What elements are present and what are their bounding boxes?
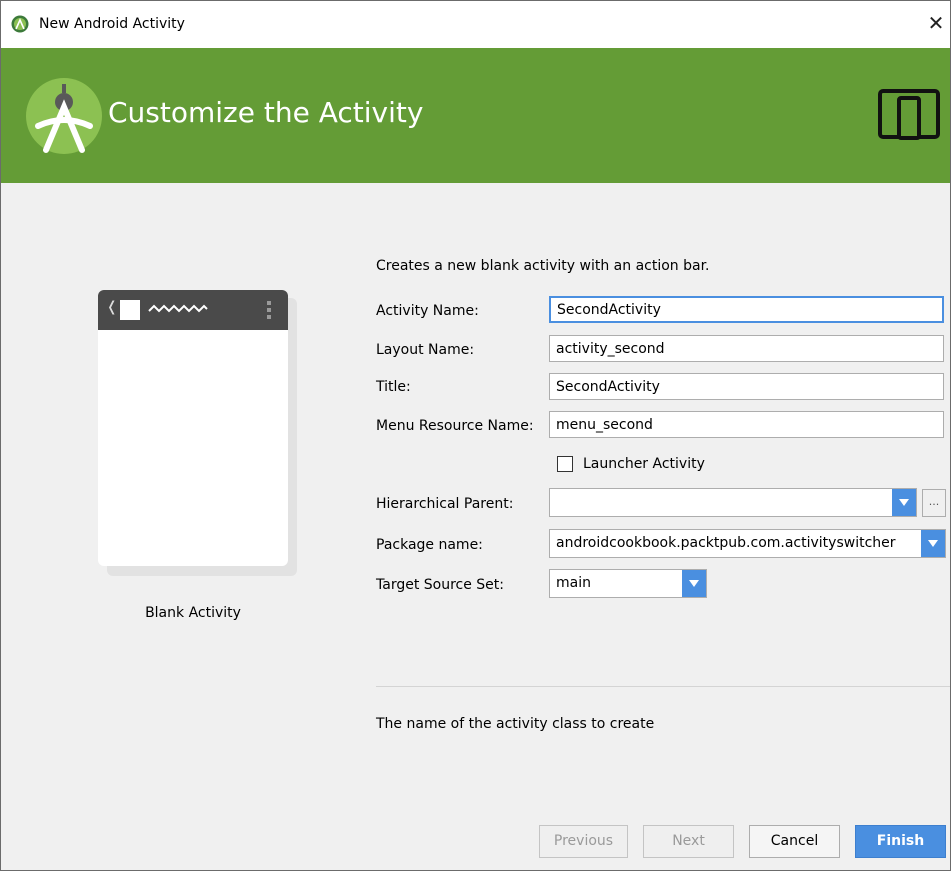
target-source-set-combo[interactable]: main bbox=[549, 569, 707, 598]
menu-resource-name-field[interactable] bbox=[549, 411, 944, 438]
launcher-activity-label[interactable]: Launcher Activity bbox=[583, 456, 705, 472]
chevron-down-icon[interactable] bbox=[921, 530, 945, 557]
cancel-button[interactable]: Cancel bbox=[749, 825, 840, 858]
close-icon[interactable]: ✕ bbox=[924, 11, 948, 35]
android-studio-icon bbox=[11, 15, 29, 33]
package-name-combo[interactable]: androidcookbook.packtpub.com.activityswi… bbox=[549, 529, 946, 558]
title-field[interactable] bbox=[549, 373, 944, 400]
preview-action-bar: ❬ bbox=[98, 290, 288, 330]
layout-name-label: Layout Name: bbox=[376, 342, 475, 358]
previous-button[interactable]: Previous bbox=[539, 825, 628, 858]
activity-name-input[interactable] bbox=[551, 298, 942, 321]
layout-name-field[interactable] bbox=[549, 335, 944, 362]
page-heading: Customize the Activity bbox=[108, 96, 424, 129]
form-description: Creates a new blank activity with an act… bbox=[376, 258, 710, 274]
android-studio-logo-icon bbox=[26, 78, 102, 154]
title-label: Title: bbox=[376, 379, 411, 395]
package-name-label: Package name: bbox=[376, 537, 483, 553]
phone-tablet-icon bbox=[878, 89, 940, 140]
activity-name-field[interactable] bbox=[549, 296, 944, 323]
target-source-set-value: main bbox=[556, 575, 591, 591]
package-name-value: androidcookbook.packtpub.com.activityswi… bbox=[556, 535, 896, 551]
chevron-down-icon[interactable] bbox=[892, 489, 916, 516]
overflow-menu-icon bbox=[267, 301, 271, 319]
title-input[interactable] bbox=[550, 374, 943, 399]
menu-resource-name-label: Menu Resource Name: bbox=[376, 418, 534, 434]
target-source-set-label: Target Source Set: bbox=[376, 577, 505, 593]
header-banner: Customize the Activity bbox=[1, 48, 950, 183]
hierarchical-parent-label: Hierarchical Parent: bbox=[376, 496, 514, 512]
activity-preview: ❬ bbox=[98, 290, 288, 566]
chevron-down-icon[interactable] bbox=[682, 570, 706, 597]
hierarchical-parent-combo[interactable] bbox=[549, 488, 917, 517]
new-activity-dialog: New Android Activity ✕ Customize the Act… bbox=[0, 0, 951, 871]
browse-parent-button[interactable]: ... bbox=[922, 489, 946, 517]
divider bbox=[376, 686, 950, 687]
title-bar: New Android Activity ✕ bbox=[1, 1, 950, 48]
window-title: New Android Activity bbox=[39, 16, 185, 32]
template-label: Blank Activity bbox=[145, 605, 241, 621]
app-icon-placeholder bbox=[120, 300, 140, 320]
launcher-activity-checkbox[interactable] bbox=[557, 456, 573, 472]
layout-name-input[interactable] bbox=[550, 336, 943, 361]
back-chevron-icon: ❬ bbox=[106, 299, 118, 315]
next-button[interactable]: Next bbox=[643, 825, 734, 858]
help-text: The name of the activity class to create bbox=[376, 716, 655, 732]
finish-button[interactable]: Finish bbox=[855, 825, 946, 858]
title-placeholder-icon bbox=[148, 304, 208, 313]
menu-resource-name-input[interactable] bbox=[550, 412, 943, 437]
activity-name-label: Activity Name: bbox=[376, 303, 479, 319]
